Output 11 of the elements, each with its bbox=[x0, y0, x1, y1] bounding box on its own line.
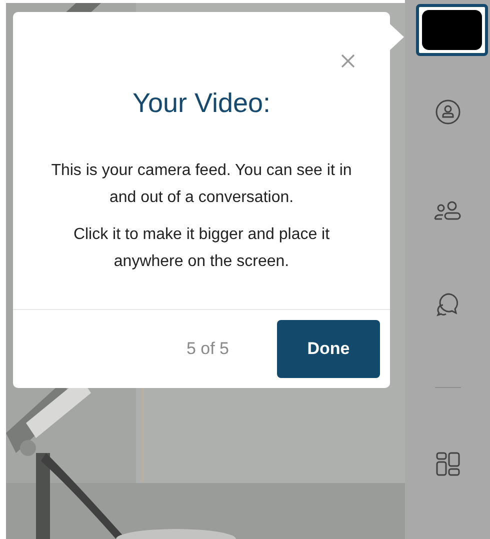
popover-text: Click it to make it bigger and place it anywhere on the screen. bbox=[72, 225, 331, 272]
done-button[interactable]: Done bbox=[277, 320, 380, 378]
user-icon[interactable] bbox=[434, 99, 460, 125]
people-icon[interactable] bbox=[432, 200, 462, 222]
popover-text: This is your camera feed. You can see it in and out of a conversation. bbox=[50, 161, 353, 208]
popover-title: Your Video: bbox=[131, 88, 272, 119]
close-icon[interactable] bbox=[340, 53, 356, 69]
camera-tile[interactable] bbox=[416, 4, 488, 56]
step-counter: 5 of 5 bbox=[186, 339, 229, 359]
grid-icon[interactable] bbox=[434, 451, 460, 477]
chat-icon[interactable] bbox=[434, 291, 460, 317]
